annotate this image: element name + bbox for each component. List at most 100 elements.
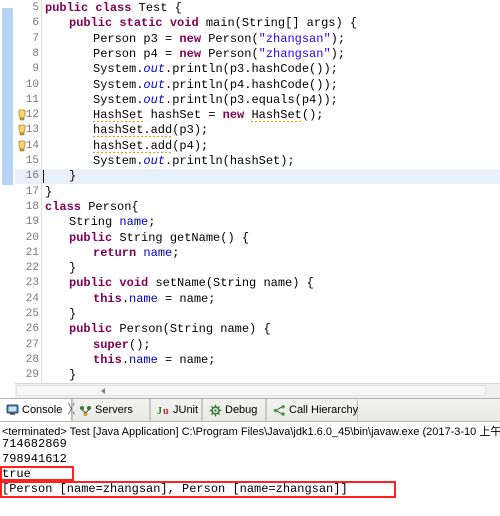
code-token: (); [129,337,151,352]
warning-marker-icon[interactable] [16,109,28,122]
line-number: 20 [25,231,39,244]
console-output[interactable]: 714682869 798941612 true [Person [name=zhan… [2,437,500,497]
code-token: .println(p3.equals(p4)); [165,92,338,107]
code-token: main(String[] args) { [198,16,358,31]
code-token: class [95,1,132,15]
code-line: hashSet.add(p4); [93,138,209,154]
bottom-view-panel: Console ╳ Servers Ju JUnit Debug Call Hierarch… [0,398,500,516]
code-token: name [119,215,149,230]
code-editor[interactable]: 5 6 7 8 9 10 11 12 13 14 15 16 17 18 19 20 21 22 23 24 25 26 2… [0,0,500,383]
console-output-line: true [2,467,31,481]
code-token: public [45,1,89,15]
code-token: = name; [157,291,216,306]
code-token: System. [93,154,144,168]
code-token: ; [148,215,156,230]
code-token: Person( [201,31,259,46]
code-token: out [143,77,166,92]
line-number: 10 [25,78,39,91]
code-token: setName(String name) { [148,276,314,291]
line-number-gutter[interactable]: 5 6 7 8 9 10 11 12 13 14 15 16 17 18 19 20 21 22 23 24 25 26 2… [15,0,52,383]
code-token: name [129,352,158,367]
line-number: 8 [32,47,39,60]
line-number: 6 [32,17,39,30]
code-token: out [143,154,166,168]
line-number: 7 [32,32,39,45]
code-line: } [45,185,52,200]
code-token: Person( [201,46,259,61]
tab-console[interactable]: Console ╳ [0,399,74,421]
code-token: name [143,245,173,260]
line-number: 25 [25,308,39,320]
code-token: hashSet = [143,108,223,123]
code-token: class [45,199,82,214]
tab-label: JUnit [173,404,199,416]
scrollbar-thumb[interactable] [16,385,486,396]
code-line: System.out.println(hashSet); [93,154,295,169]
code-token: this [93,352,122,367]
tab-call-hierarchy[interactable]: Call Hierarchy [266,399,358,421]
tab-label: Call Hierarchy [289,404,359,416]
code-line: public String getName() { [69,231,249,246]
scroll-left-arrow-icon[interactable] [101,388,105,394]
code-token: (p3); [172,123,209,138]
code-token: Person p3 = [93,31,180,46]
code-token: .println(p3.hashCode()); [165,62,338,77]
code-token: name [129,291,158,306]
code-token: new [222,108,245,123]
code-token: String getName() { [112,230,250,245]
code-line: HashSet hashSet = new HashSet(); [93,108,323,123]
code-token: } [69,261,77,276]
line-number: 17 [25,185,39,198]
console-icon [6,403,19,416]
tab-servers[interactable]: Servers [72,399,150,421]
view-tab-bar[interactable]: Console ╳ Servers Ju JUnit Debug Call Hierarch… [0,399,500,422]
line-number: 9 [32,63,39,76]
editor-horizontal-scrollbar[interactable] [15,383,500,398]
debug-icon [209,404,222,417]
tab-debug[interactable]: Debug [202,399,266,421]
line-number: 22 [25,262,39,275]
code-token: Person p4 = [93,46,180,61]
code-token: new [179,31,202,46]
code-token: static [119,16,163,31]
code-token: public [69,230,113,245]
selection-range-marker [2,8,13,185]
code-token: . [121,291,130,306]
warning-marker-icon[interactable] [16,140,28,153]
tab-junit[interactable]: Ju JUnit [150,399,202,421]
editor-annotation-bar[interactable] [0,0,16,383]
code-line: public void setName(String name) { [69,276,314,291]
call-hierarchy-icon [273,404,286,417]
code-token: ); [330,46,346,61]
code-token: void [119,276,149,291]
code-token: void [169,16,199,31]
code-token: Person{ [81,199,139,214]
code-line: Person p4 = new Person("zhangsan"); [93,47,345,62]
code-token: hashSet.add [93,138,173,153]
line-number: 24 [25,292,39,305]
code-token: Test { [131,1,182,15]
console-output-line: 798941612 [2,452,67,466]
junit-icon: Ju [157,404,170,417]
line-number: 11 [25,93,39,106]
code-token: hashSet.add [93,123,173,138]
code-token: .println(hashSet); [165,154,295,168]
current-line-highlight [42,169,500,185]
code-text-area[interactable]: public class Test {public static void ma… [42,0,500,383]
code-token: public [69,276,113,291]
line-number: 15 [25,155,39,167]
line-number: 26 [25,323,39,336]
line-number: 23 [25,277,39,290]
code-line: } [69,261,76,276]
line-number: 18 [25,200,39,213]
warning-marker-icon[interactable] [16,124,28,137]
code-line: super(); [93,338,151,353]
code-token: (p4); [172,138,209,153]
line-number: 27 [25,338,39,351]
line-number: 5 [32,2,39,14]
code-line: public class Test { [45,1,182,16]
code-token: . [121,352,130,367]
code-line: System.out.println(p3.hashCode()); [93,62,338,77]
line-number: 19 [25,216,39,229]
